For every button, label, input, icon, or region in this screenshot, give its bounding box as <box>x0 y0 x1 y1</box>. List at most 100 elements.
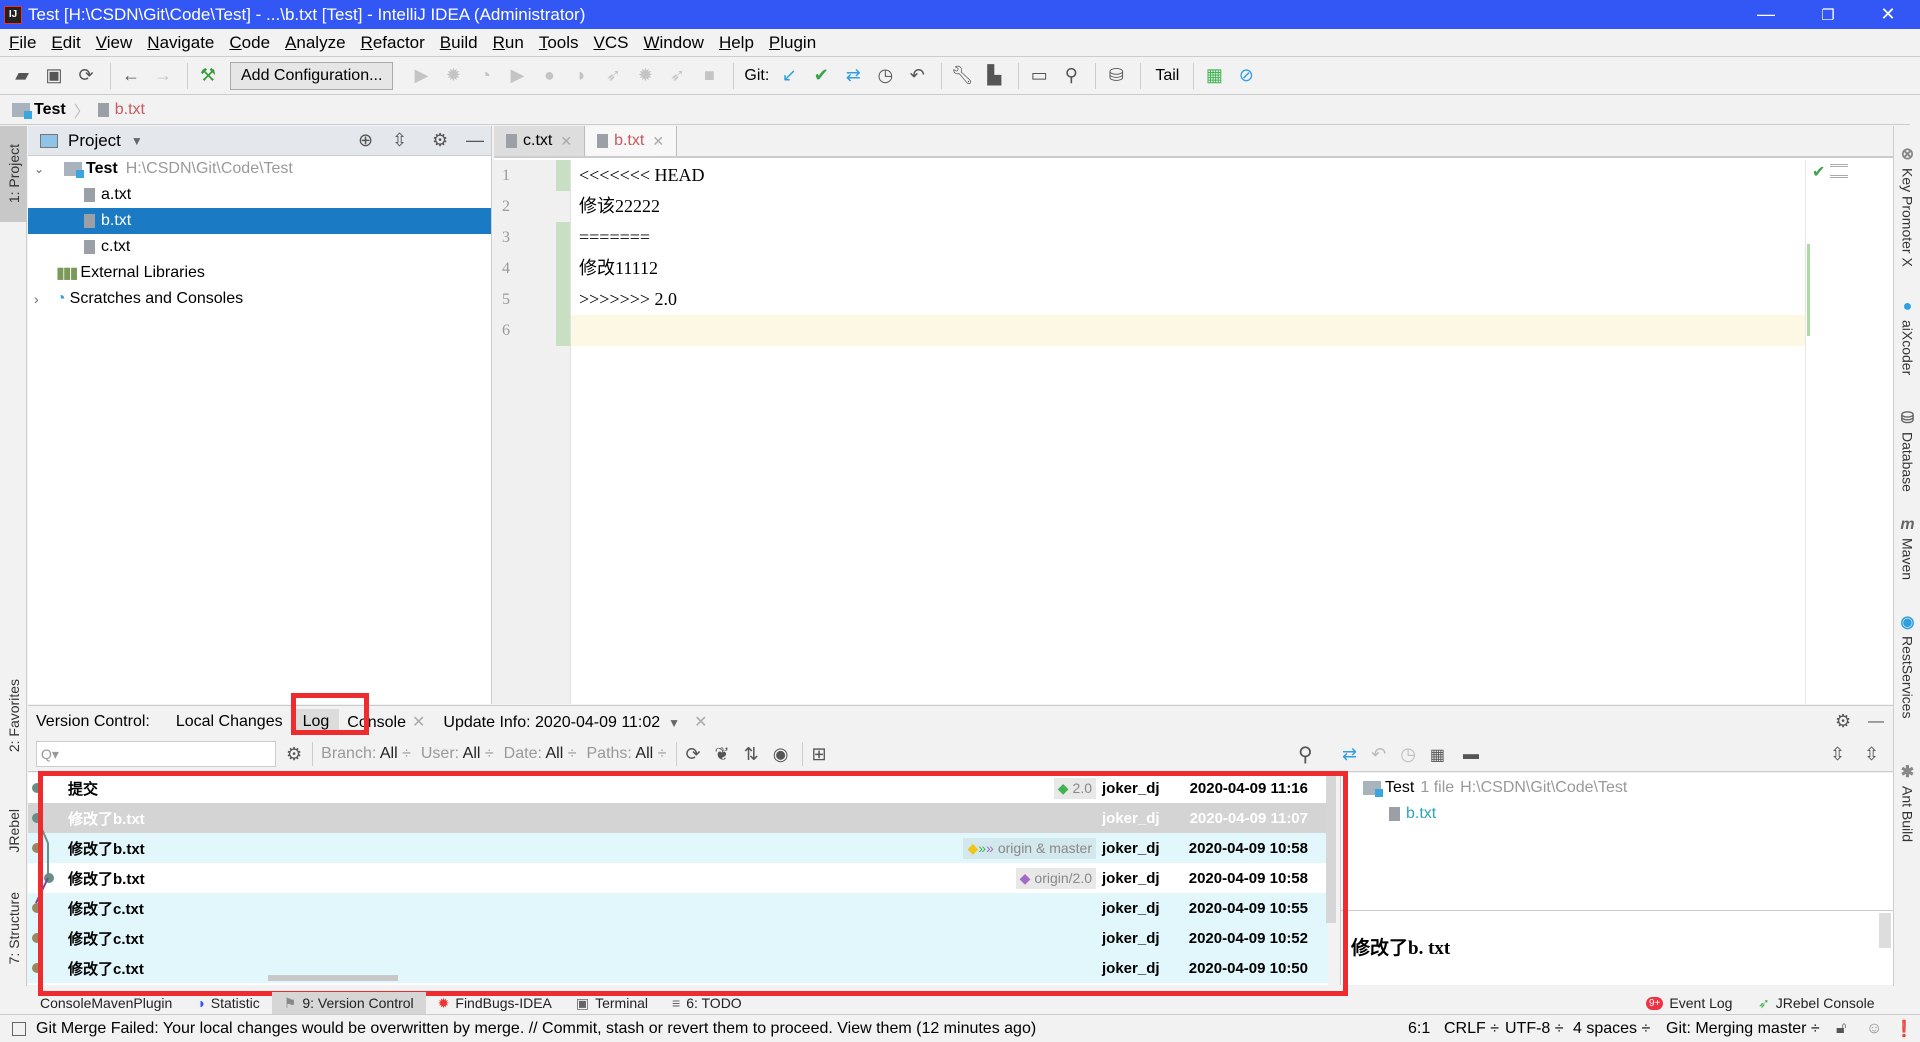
project-view-selector[interactable]: Project <box>68 131 121 151</box>
hide-icon[interactable]: — <box>1868 713 1884 731</box>
tab-b-txt[interactable]: b.txt ✕ <box>585 126 678 156</box>
chevron-down-icon[interactable]: ▼ <box>668 716 680 730</box>
change-marker[interactable] <box>556 160 570 191</box>
changed-file[interactable]: b.txt <box>1341 801 1893 827</box>
forward-icon[interactable]: → <box>149 62 177 90</box>
add-configuration-button[interactable]: Add Configuration... <box>230 61 394 90</box>
details-scrollbar[interactable] <box>1879 913 1891 948</box>
search-icon[interactable]: ⚲ <box>1298 742 1313 767</box>
git-update-icon[interactable]: ↙ <box>775 62 803 90</box>
close-tab-icon[interactable]: ✕ <box>694 714 707 731</box>
run-coverage-icon[interactable]: ◔ <box>471 62 499 90</box>
compare-icon[interactable]: ⇄ <box>1342 744 1357 765</box>
chevron-right-icon[interactable]: › <box>34 291 56 307</box>
tool-tab-structure[interactable]: 7: Structure <box>0 876 27 981</box>
hector-icon[interactable]: ☺ <box>1866 1020 1882 1038</box>
history-icon[interactable]: ◷ <box>1400 744 1416 765</box>
tool-tab-findbugs[interactable]: ✹ FindBugs-IDEA <box>426 992 564 1014</box>
sort-icon[interactable]: ⇅ <box>744 744 759 765</box>
disable-icon[interactable]: ⊘ <box>1232 62 1260 90</box>
indent-setting[interactable]: 4 spaces ÷ <box>1573 1020 1650 1038</box>
tool-tab-ant-build[interactable]: ✱ Ant Build <box>1894 762 1920 842</box>
menu-tools[interactable]: Tools <box>539 33 579 53</box>
layout-icon[interactable]: ▬ <box>1463 746 1479 764</box>
tool-tab-favorites[interactable]: 2: Favorites <box>0 656 27 776</box>
file-encoding[interactable]: UTF-8 ÷ <box>1505 1020 1564 1038</box>
paths-filter[interactable]: Paths: All ÷ <box>587 745 667 763</box>
change-marker[interactable] <box>556 222 570 346</box>
event-log-button[interactable]: 9+ Event Log <box>1634 992 1744 1014</box>
breadcrumb-file[interactable]: b.txt <box>115 101 145 119</box>
status-message[interactable]: Git Merge Failed: Your local changes wou… <box>36 1020 1036 1038</box>
caret-position[interactable]: 6:1 <box>1408 1020 1430 1038</box>
lock-icon[interactable]: 🔓︎ <box>1836 1020 1846 1038</box>
tool-tab-project[interactable]: 1: Project <box>0 126 27 222</box>
menu-view[interactable]: View <box>96 33 133 53</box>
menu-build[interactable]: Build <box>440 33 478 53</box>
changes-root[interactable]: Test 1 file H:\CSDN\Git\Code\Test <box>1341 775 1893 801</box>
jrebel-run-icon[interactable]: ➶ <box>599 62 627 90</box>
breadcrumb-project[interactable]: Test <box>34 101 66 119</box>
chevron-down-icon[interactable]: ⌄ <box>34 162 56 176</box>
menu-file[interactable]: File <box>9 33 36 53</box>
collapse-all-icon[interactable]: ⇳ <box>392 130 407 151</box>
menu-help[interactable]: Help <box>719 33 754 53</box>
tool-tab-maven[interactable]: m Maven <box>1894 516 1920 580</box>
cherry-pick-icon[interactable]: ❦ <box>715 744 730 765</box>
statistic-chart-icon[interactable]: ▦ <box>1200 62 1228 90</box>
menu-run[interactable]: Run <box>493 33 524 53</box>
menu-window[interactable]: Window <box>643 33 703 53</box>
database-icon[interactable]: ⛁ <box>1102 62 1130 90</box>
settings-gear-icon[interactable]: ⚙ <box>286 744 302 765</box>
menu-vcs[interactable]: VCS <box>594 33 629 53</box>
gear-icon[interactable]: ⚙ <box>432 130 448 151</box>
menu-edit[interactable]: Edit <box>51 33 80 53</box>
chevron-down-icon[interactable]: ▼ <box>131 134 143 148</box>
view-options-icon[interactable]: ◉ <box>773 744 789 765</box>
build-hammer-icon[interactable]: ⚒ <box>194 62 222 90</box>
run-icon[interactable]: ▶ <box>407 62 435 90</box>
gear-icon[interactable]: ⚙ <box>1835 711 1851 732</box>
reader-mode-icon[interactable] <box>1830 164 1848 178</box>
tool-tab-key-promoter[interactable]: ⊗ Key Promoter X <box>1894 144 1920 267</box>
stop-icon[interactable]: ■ <box>695 62 723 90</box>
branch-filter[interactable]: Branch: All ÷ <box>321 745 411 763</box>
date-filter[interactable]: Date: All ÷ <box>504 745 577 763</box>
menu-refactor[interactable]: Refactor <box>361 33 425 53</box>
collapse-all-icon[interactable]: ⇳ <box>1864 744 1879 765</box>
tree-item-scratches[interactable]: › ◔ Scratches and Consoles <box>28 286 491 312</box>
new-tab-icon[interactable]: ⊞ <box>811 744 826 765</box>
tree-item-file[interactable]: c.txt <box>28 234 491 260</box>
menu-analyze[interactable]: Analyze <box>285 33 345 53</box>
menu-code[interactable]: Code <box>229 33 270 53</box>
restore-button[interactable]: ❐ <box>1798 0 1858 29</box>
user-filter[interactable]: User: All ÷ <box>421 745 494 763</box>
tool-tab-database[interactable]: ⛁ Database <box>1894 408 1920 492</box>
group-by-icon[interactable]: ▦ <box>1430 745 1445 765</box>
refresh-icon[interactable]: ⟳ <box>685 744 700 765</box>
tail-button[interactable]: Tail <box>1155 67 1179 85</box>
tool-tab-todo[interactable]: ≡ 6: TODO <box>660 992 754 1014</box>
tool-tab-version-control[interactable]: ⚑ 9: Version Control <box>271 992 426 1014</box>
tool-tab-jrebel[interactable]: JRebel <box>0 786 27 876</box>
attach-icon[interactable]: ● <box>535 62 563 90</box>
line-separator[interactable]: CRLF ÷ <box>1444 1020 1499 1038</box>
close-button[interactable]: ✕ <box>1858 0 1918 29</box>
debug-icon[interactable]: ✹ <box>439 62 467 90</box>
tool-tab-aixcoder[interactable]: ● aiXcoder <box>1894 298 1920 375</box>
tree-item-file[interactable]: a.txt <box>28 182 491 208</box>
jrebel-deploy-icon[interactable]: ➶ <box>663 62 691 90</box>
settings-wrench-icon[interactable]: 🔧︎ <box>948 62 976 90</box>
tree-item-root[interactable]: ⌄ Test H:\CSDN\Git\Code\Test <box>28 156 491 182</box>
locate-icon[interactable]: ⊕ <box>358 130 373 151</box>
expand-all-icon[interactable]: ⇳ <box>1830 744 1845 765</box>
log-search-input[interactable]: Q▾ <box>36 741 276 767</box>
back-icon[interactable]: ← <box>117 62 145 90</box>
tool-tab-console-maven[interactable]: ConsoleMavenPlugin <box>28 992 184 1014</box>
inspection-ok-icon[interactable]: ✔ <box>1812 162 1825 182</box>
code-area[interactable]: <<<<<<< HEAD 修该22222 ======= 修改11112 >>>… <box>570 160 1805 704</box>
tool-tab-restservices[interactable]: ◉ RestServices <box>1894 612 1920 718</box>
git-branch[interactable]: Git: Merging master ÷ <box>1666 1020 1820 1038</box>
error-icon[interactable]: ❗ <box>1894 1019 1914 1039</box>
tab-update-info[interactable]: Update Info: 2020-04-09 11:02 ▼ ✕ <box>443 712 707 732</box>
